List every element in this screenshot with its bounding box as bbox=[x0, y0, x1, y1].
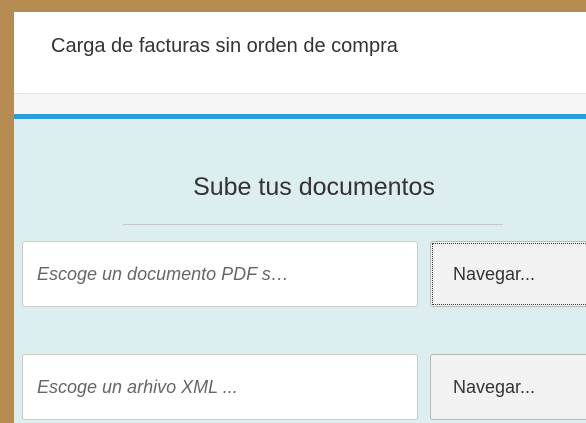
pdf-file-input[interactable]: Escoge un documento PDF s… bbox=[22, 241, 418, 307]
xml-browse-button[interactable]: Navegar... bbox=[430, 354, 586, 420]
header-divider-band bbox=[14, 94, 586, 114]
heading-divider bbox=[123, 224, 503, 225]
upload-panel: Sube tus documentos Escoge un documento … bbox=[14, 114, 586, 423]
xml-file-input[interactable]: Escoge un arhivo XML ... bbox=[22, 354, 418, 420]
page-title: Carga de facturas sin orden de compra bbox=[51, 35, 398, 57]
page-header: Carga de facturas sin orden de compra bbox=[14, 12, 586, 94]
upload-heading: Sube tus documentos bbox=[193, 173, 435, 201]
pdf-browse-button[interactable]: Navegar... bbox=[430, 241, 586, 307]
app-window: Carga de facturas sin orden de compra Su… bbox=[0, 0, 586, 423]
